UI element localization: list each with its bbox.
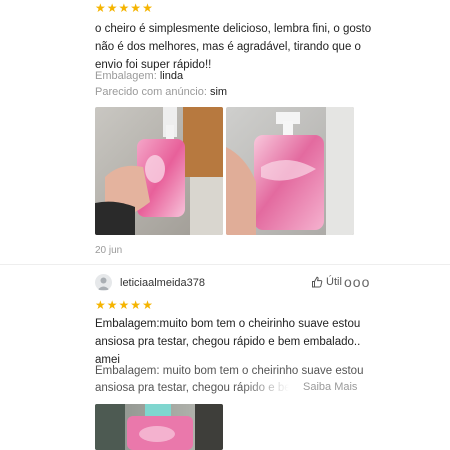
more-options-icon[interactable]: ooo (344, 274, 370, 290)
star-icon: ★ (142, 1, 153, 15)
review-photo-2[interactable] (226, 107, 354, 235)
star-icon: ★ (95, 298, 106, 312)
star-icon: ★ (106, 1, 118, 15)
review-1-text: o cheiro é simplesmente delicioso, lembr… (95, 23, 372, 71)
star-icon: ★ (106, 298, 118, 312)
star-icon: ★ (118, 1, 130, 15)
review-2-rating: ★ ★ ★ ★ ★ (95, 299, 153, 311)
review-1-attribute-similar: Parecido com anúncio: sim (95, 86, 228, 98)
review-2-text: Embalagem:muito bom tem o cheirinho suav… (95, 318, 361, 366)
review-2-translation-line-1: Embalagem: muito bom tem o cheirinho sua… (95, 365, 364, 377)
text-fade (240, 379, 310, 397)
review-1-attribute-packaging: Embalagem: linda (95, 70, 184, 82)
star-icon: ★ (95, 1, 106, 15)
review-1-rating: ★ ★ ★ ★ ★ (95, 2, 153, 14)
star-icon: ★ (130, 298, 142, 312)
review-photo-1[interactable] (95, 107, 223, 235)
review-1-date: 20 jun (95, 245, 123, 256)
star-icon: ★ (130, 1, 142, 15)
review-2-photo-1[interactable] (95, 404, 223, 450)
useful-button[interactable]: Útil (311, 276, 342, 288)
saiba-mais-link[interactable]: Saiba Mais (303, 381, 358, 393)
thumbs-up-icon (312, 276, 323, 288)
useful-label: Útil (326, 276, 342, 288)
review-divider (0, 264, 450, 265)
star-icon: ★ (118, 298, 130, 312)
star-icon: ★ (142, 298, 153, 312)
review-2-username[interactable]: leticiaalmeida378 (120, 277, 205, 289)
user-avatar-icon[interactable] (95, 274, 112, 291)
